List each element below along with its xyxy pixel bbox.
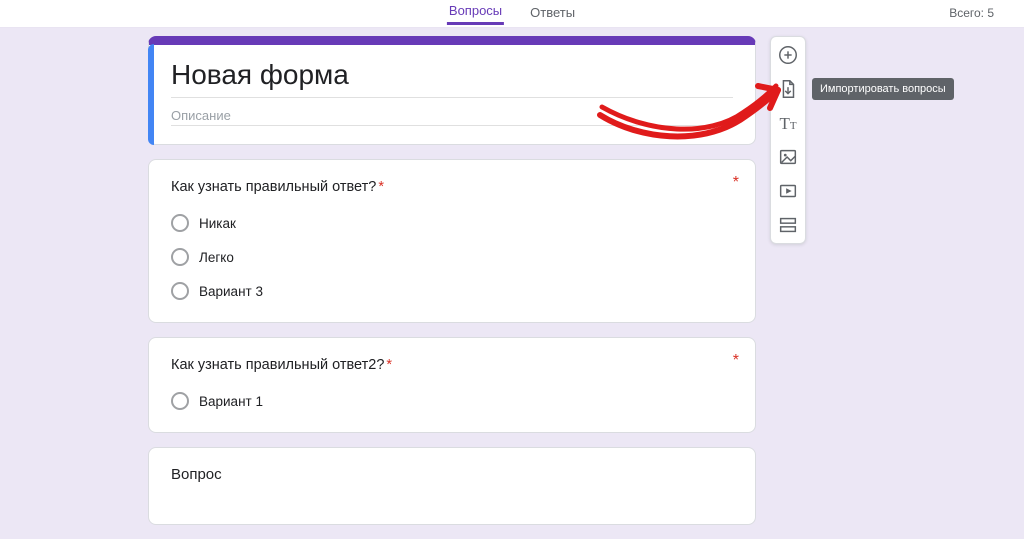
plus-circle-icon <box>777 44 799 66</box>
required-star: * <box>378 179 384 195</box>
import-questions-button[interactable] <box>776 77 800 101</box>
question-card[interactable]: * Как узнать правильный ответ2?* Вариант… <box>148 337 756 433</box>
required-indicator: * <box>733 352 739 370</box>
radio-icon <box>171 392 189 410</box>
question-card[interactable]: * Как узнать правильный ответ?* Никак Ле… <box>148 159 756 323</box>
required-indicator: * <box>733 174 739 192</box>
responses-total: Всего: 5 <box>949 6 994 20</box>
option-row[interactable]: Никак <box>171 214 733 232</box>
form-title-input[interactable]: Новая форма <box>171 57 733 98</box>
option-row[interactable]: Легко <box>171 248 733 266</box>
add-section-button[interactable] <box>776 213 800 237</box>
question-toolbar: TT <box>770 36 806 244</box>
option-row[interactable]: Вариант 1 <box>171 392 733 410</box>
options-list: Никак Легко Вариант 3 <box>171 214 733 300</box>
radio-icon <box>171 214 189 232</box>
tab-questions[interactable]: Вопросы <box>447 3 504 25</box>
form-description-input[interactable]: Описание <box>171 104 733 126</box>
options-list: Вариант 1 <box>171 392 733 410</box>
question-card[interactable]: Вопрос <box>148 447 756 525</box>
add-title-button[interactable]: TT <box>776 111 800 135</box>
tooltip: Импортировать вопросы <box>812 78 954 100</box>
option-label: Вариант 3 <box>199 284 263 299</box>
radio-icon <box>171 248 189 266</box>
form-header-card[interactable]: Новая форма Описание <box>148 36 756 145</box>
image-icon <box>777 146 799 168</box>
option-label: Никак <box>199 216 236 231</box>
form-canvas: Новая форма Описание * Как узнать правил… <box>148 36 756 539</box>
add-question-button[interactable] <box>776 43 800 67</box>
question-text: Вопрос <box>171 466 222 483</box>
add-image-button[interactable] <box>776 145 800 169</box>
tabs: Вопросы Ответы <box>447 0 577 28</box>
section-icon <box>777 214 799 236</box>
question-text: Как узнать правильный ответ2?* <box>171 357 392 373</box>
radio-icon <box>171 282 189 300</box>
video-icon <box>777 180 799 202</box>
question-text: Как узнать правильный ответ?* <box>171 179 384 195</box>
title-icon: TT <box>779 115 796 132</box>
option-label: Легко <box>199 250 234 265</box>
import-file-icon <box>777 78 799 100</box>
option-row[interactable]: Вариант 3 <box>171 282 733 300</box>
top-bar: Вопросы Ответы Всего: 5 <box>0 0 1024 28</box>
tab-answers[interactable]: Ответы <box>528 5 577 24</box>
required-star: * <box>386 357 392 373</box>
add-video-button[interactable] <box>776 179 800 203</box>
option-label: Вариант 1 <box>199 394 263 409</box>
